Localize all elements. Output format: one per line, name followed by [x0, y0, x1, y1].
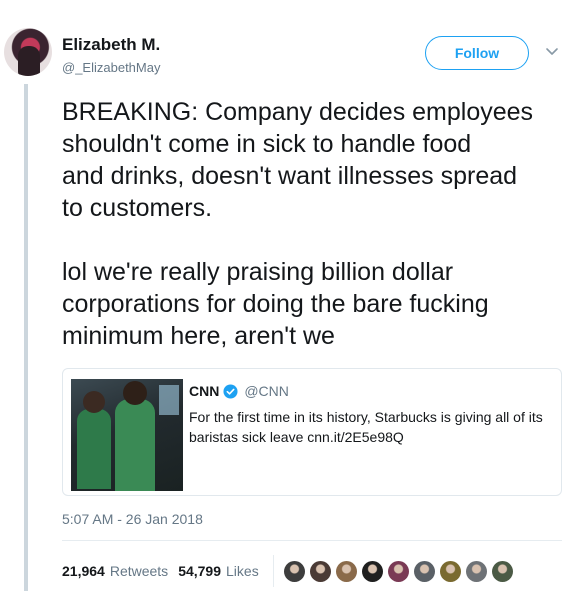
- likes-label: Likes: [226, 563, 259, 579]
- tweet-text: BREAKING: Company decides employees shou…: [62, 96, 562, 352]
- quoted-tweet-card[interactable]: CNN @CNN For the first time in its histo…: [62, 368, 562, 496]
- chevron-down-icon[interactable]: [545, 44, 559, 58]
- liker-avatar[interactable]: [439, 560, 461, 582]
- quoted-tweet-image: [71, 379, 183, 491]
- follow-button[interactable]: Follow: [425, 36, 529, 70]
- quoted-tweet-text: For the first time in its history, Starb…: [189, 409, 543, 445]
- liker-avatar[interactable]: [491, 560, 513, 582]
- tweet-stats: 21,964 Retweets 54,799 Likes: [62, 555, 513, 587]
- liker-avatar[interactable]: [283, 560, 305, 582]
- liker-avatar[interactable]: [361, 560, 383, 582]
- verified-badge-icon: [223, 383, 238, 399]
- retweets-stat[interactable]: 21,964 Retweets: [62, 563, 168, 579]
- liker-avatars: [283, 560, 513, 582]
- quoted-author-name: CNN: [189, 383, 220, 399]
- retweets-label: Retweets: [109, 563, 169, 579]
- retweets-count: 21,964: [62, 563, 105, 579]
- divider: [62, 540, 562, 541]
- tweet-paragraph-1: BREAKING: Company decides employees shou…: [62, 98, 534, 222]
- likes-stat[interactable]: 54,799 Likes: [178, 563, 259, 579]
- quoted-tweet-header: CNN @CNN: [189, 383, 289, 399]
- thread-line: [24, 84, 28, 591]
- tweet-timestamp[interactable]: 5:07 AM - 26 Jan 2018: [62, 511, 203, 527]
- liker-avatar[interactable]: [387, 560, 409, 582]
- liker-avatar[interactable]: [413, 560, 435, 582]
- liker-avatar[interactable]: [335, 560, 357, 582]
- quoted-author-handle: @CNN: [244, 383, 289, 399]
- author-handle[interactable]: @_ElizabethMay: [62, 60, 160, 75]
- likes-count: 54,799: [178, 563, 222, 579]
- liker-avatar[interactable]: [309, 560, 331, 582]
- liker-avatar[interactable]: [465, 560, 487, 582]
- tweet-paragraph-2: lol we're really praising billion dollar…: [62, 258, 489, 350]
- author-name[interactable]: Elizabeth M.: [62, 35, 160, 55]
- avatar[interactable]: [4, 28, 52, 76]
- stats-separator: [272, 555, 274, 587]
